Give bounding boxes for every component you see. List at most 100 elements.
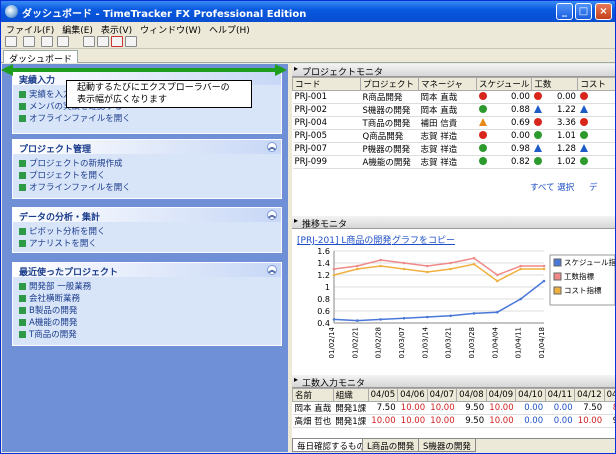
data-point	[496, 279, 499, 283]
minimize-button[interactable]: _	[556, 3, 573, 20]
col-effort[interactable]: 工数	[531, 77, 579, 91]
recent-project-link[interactable]: A機能の開発	[19, 316, 281, 328]
cell-schedule: 0.88	[476, 103, 532, 117]
recent-project-link[interactable]: 会社横断業務	[19, 292, 281, 304]
col-header[interactable]: 04/09	[485, 388, 517, 402]
table-row[interactable]: 岡本 直哉 開発1課 7.50 10.00 10.00 9.50 10.00 0.00 0.00…	[292, 401, 615, 415]
table-row[interactable]: PRJ-004 T商品の開発 補田 信貴 0.69 3.36	[292, 116, 615, 130]
cell-code: PRJ-005	[292, 129, 361, 143]
col-header[interactable]: 組織	[332, 388, 369, 402]
link-open-offline-file[interactable]: オフラインファイルを開く	[19, 181, 281, 193]
recent-project-link[interactable]: 開発部 一般業務	[19, 280, 281, 292]
y-tick-label: 1.4	[317, 259, 330, 268]
data-point	[449, 267, 452, 271]
data-point	[332, 267, 336, 271]
table-row[interactable]: PRJ-099 A機能の開発 志賀 祥造 0.82 1.02	[292, 155, 615, 169]
status-icon	[533, 118, 542, 126]
select-all-link[interactable]: すべて 選択	[530, 181, 574, 193]
col-manager[interactable]: マネージャ	[418, 77, 477, 91]
table-row[interactable]: PRJ-001 R商品開発 岡本 直哉 0.00 0.00	[292, 90, 615, 104]
cell-schedule: 0.98	[476, 142, 532, 156]
menu-help[interactable]: ヘルプ(H)	[204, 22, 253, 36]
table-row[interactable]: 高畑 哲也 開発1課 10.00 10.00 10.00 9.50 10.00 0.00 0.0…	[292, 414, 615, 428]
tab-dashboard[interactable]: ダッシュボード	[3, 50, 79, 65]
col-project[interactable]: プロジェクト	[360, 77, 419, 91]
col-header[interactable]: 04/08	[456, 388, 487, 402]
menu-window[interactable]: ウィンドウ(W)	[135, 22, 204, 36]
link-icon	[19, 295, 26, 302]
open-folder-icon[interactable]	[23, 36, 35, 47]
table-row[interactable]: PRJ-007 P機器の開発 志賀 祥造 0.98 1.28	[292, 142, 615, 156]
maximize-button[interactable]: □	[575, 3, 592, 20]
table-row[interactable]: PRJ-002 S機器の開発 岡本 直哉 0.88 1.22	[292, 103, 615, 117]
box-title: 最近使ったプロジェクト	[19, 268, 119, 278]
tab-daily-check[interactable]: 毎日確認するもの	[292, 439, 371, 452]
link-icon	[19, 160, 26, 167]
data-point	[379, 258, 382, 262]
more-link[interactable]: デ	[589, 181, 598, 193]
x-tick-label: 01/03/21	[445, 327, 453, 358]
cell-cost	[577, 90, 615, 104]
legend-label: コスト指標	[564, 285, 602, 295]
save-icon[interactable]	[41, 36, 53, 47]
menu-edit[interactable]: 編集(E)	[57, 22, 96, 36]
box-title: データの分析・集計	[19, 213, 101, 223]
x-tick-label: 01/04/11	[515, 327, 523, 358]
col-header[interactable]: 04/13	[603, 388, 615, 402]
recent-project-link[interactable]: T商品の開発	[19, 328, 281, 340]
data-point	[542, 264, 546, 268]
new-icon[interactable]	[5, 36, 17, 47]
link-new-project[interactable]: プロジェクトの新規作成	[19, 157, 281, 169]
cell-effort: 1.28	[531, 142, 578, 156]
tab-s-device[interactable]: S機器の開発	[418, 439, 476, 452]
collapse-chevron-icon[interactable]: ︽	[267, 265, 277, 275]
col-header[interactable]: 04/12	[574, 388, 605, 402]
project-monitor-header: プロジェクトモニタ	[292, 64, 615, 78]
menu-view[interactable]: 表示(V)	[96, 22, 135, 36]
link-icon	[19, 319, 26, 326]
cell-schedule: 0.00	[476, 129, 532, 143]
table-row[interactable]: PRJ-005 Q商品開発 志賀 祥造 0.00 1.01	[292, 129, 615, 143]
col-schedule[interactable]: スケジュール	[475, 77, 533, 91]
col-header[interactable]: 名前	[292, 388, 334, 402]
link-icon	[19, 184, 26, 191]
cell-hours: 0.00	[545, 414, 575, 428]
col-header[interactable]: 04/07	[426, 388, 458, 402]
explorer-bar: 実績入力 実績を入力 メンバの実績を確認する オフラインファイルを開く プロジェ…	[2, 64, 288, 452]
recent-project-link[interactable]: B製品の開発	[19, 304, 281, 316]
report-icon[interactable]	[111, 36, 123, 47]
menu-file[interactable]: ファイル(F)	[1, 22, 57, 36]
tab-l-product[interactable]: L商品の開発	[362, 439, 420, 452]
cell-code: PRJ-001	[292, 90, 361, 104]
window-title: ダッシュボード - TimeTracker FX Professional Ed…	[22, 9, 307, 20]
data-point	[356, 319, 359, 322]
refresh-icon[interactable]	[97, 36, 109, 47]
cell-hours: 0.00	[545, 401, 575, 415]
collapse-chevron-icon[interactable]: ︽	[267, 210, 277, 220]
link-open-project[interactable]: プロジェクトを開く	[19, 169, 281, 181]
col-header[interactable]: 04/11	[544, 388, 576, 402]
cut-icon[interactable]	[83, 36, 95, 47]
status-icon	[478, 144, 487, 152]
data-point	[379, 264, 382, 268]
cell-hours: 7.50	[574, 401, 605, 415]
data-point	[519, 264, 522, 268]
project-monitor-grid: コード プロジェクト マネージャ スケジュール 工数 コスト PRJ-001 R商…	[292, 77, 615, 197]
cell-hours: 10.00	[397, 414, 428, 428]
status-icon	[478, 131, 487, 139]
link-open-offline-file[interactable]: オフラインファイルを開く	[19, 112, 281, 124]
data-point	[402, 261, 406, 265]
col-header[interactable]: 04/10	[515, 388, 546, 402]
link-open-analyst[interactable]: アナリストを開く	[19, 237, 281, 249]
cell-project: S機器の開発	[360, 103, 419, 117]
col-code[interactable]: コード	[292, 77, 361, 91]
print-icon[interactable]	[57, 36, 69, 47]
close-button[interactable]: ×	[595, 3, 612, 20]
settings-icon[interactable]	[125, 36, 137, 47]
col-cost[interactable]: コスト	[577, 77, 615, 91]
col-header[interactable]: 04/05	[367, 388, 399, 402]
collapse-chevron-icon[interactable]: ︽	[267, 142, 277, 152]
link-open-pivot[interactable]: ピボット分析を開く	[19, 225, 281, 237]
x-tick-label: 01/03/14	[421, 326, 429, 358]
col-header[interactable]: 04/06	[397, 388, 428, 402]
